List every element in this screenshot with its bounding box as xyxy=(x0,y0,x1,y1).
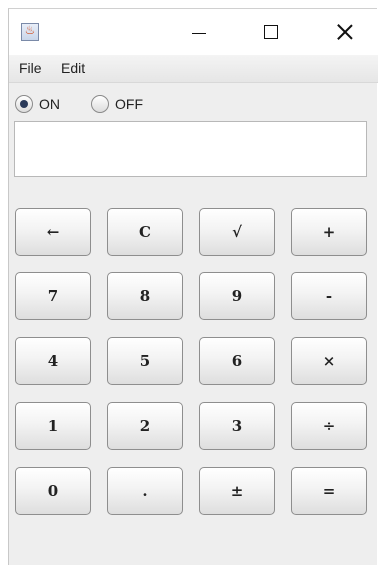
maximize-button[interactable] xyxy=(251,17,291,47)
menu-file[interactable]: File xyxy=(19,60,42,76)
menu-edit[interactable]: Edit xyxy=(61,60,85,76)
key-label: √ xyxy=(232,223,242,241)
key-label: 0 xyxy=(47,482,59,500)
digit-1-button[interactable]: 1 xyxy=(15,402,91,450)
key-label: ← xyxy=(46,223,60,241)
title-bar: ♨ xyxy=(9,9,378,55)
multiply-button[interactable]: × xyxy=(291,337,367,385)
maximize-icon xyxy=(264,25,278,39)
key-label: 4 xyxy=(47,352,59,370)
digit-7-button[interactable]: 7 xyxy=(15,272,91,320)
clear-button[interactable]: C xyxy=(107,208,183,256)
key-label: 9 xyxy=(231,287,243,305)
digit-4-button[interactable]: 4 xyxy=(15,337,91,385)
key-label: 6 xyxy=(231,352,243,370)
off-radio-label[interactable]: OFF xyxy=(115,96,143,112)
key-label: ± xyxy=(230,482,244,500)
digit-0-button[interactable]: 0 xyxy=(15,467,91,515)
menu-bar: File Edit xyxy=(9,55,378,83)
key-label: 8 xyxy=(139,287,151,305)
key-label: 2 xyxy=(139,417,151,435)
sign-toggle-button[interactable]: ± xyxy=(199,467,275,515)
decimal-button[interactable]: . xyxy=(107,467,183,515)
digit-2-button[interactable]: 2 xyxy=(107,402,183,450)
key-label: - xyxy=(325,287,333,305)
minimize-button[interactable] xyxy=(179,17,219,47)
key-label: = xyxy=(322,482,336,500)
key-label: 1 xyxy=(47,417,59,435)
digit-9-button[interactable]: 9 xyxy=(199,272,275,320)
digit-6-button[interactable]: 6 xyxy=(199,337,275,385)
key-label: . xyxy=(142,482,148,500)
on-radio-label[interactable]: ON xyxy=(39,96,60,112)
calculator-window: ♨ File Edit ON OFF ← C √ + 7 8 9 - 4 5 6… xyxy=(8,8,378,565)
digit-3-button[interactable]: 3 xyxy=(199,402,275,450)
key-label: 7 xyxy=(47,287,59,305)
key-label: C xyxy=(139,223,151,241)
digit-5-button[interactable]: 5 xyxy=(107,337,183,385)
close-button[interactable] xyxy=(325,17,365,47)
digit-8-button[interactable]: 8 xyxy=(107,272,183,320)
display-field[interactable] xyxy=(14,121,367,177)
sqrt-button[interactable]: √ xyxy=(199,208,275,256)
key-label: + xyxy=(322,223,336,241)
key-label: 3 xyxy=(231,417,243,435)
divide-button[interactable]: ÷ xyxy=(291,402,367,450)
key-label: × xyxy=(322,352,336,370)
minus-button[interactable]: - xyxy=(291,272,367,320)
plus-button[interactable]: + xyxy=(291,208,367,256)
backspace-button[interactable]: ← xyxy=(15,208,91,256)
off-radio[interactable] xyxy=(91,95,109,113)
equals-button[interactable]: = xyxy=(291,467,367,515)
close-icon xyxy=(337,24,353,40)
key-label: 5 xyxy=(139,352,151,370)
minimize-icon xyxy=(192,32,206,34)
java-app-icon[interactable]: ♨ xyxy=(21,23,39,41)
power-toggle: ON OFF xyxy=(15,93,215,115)
on-radio[interactable] xyxy=(15,95,33,113)
key-label: ÷ xyxy=(322,417,336,435)
